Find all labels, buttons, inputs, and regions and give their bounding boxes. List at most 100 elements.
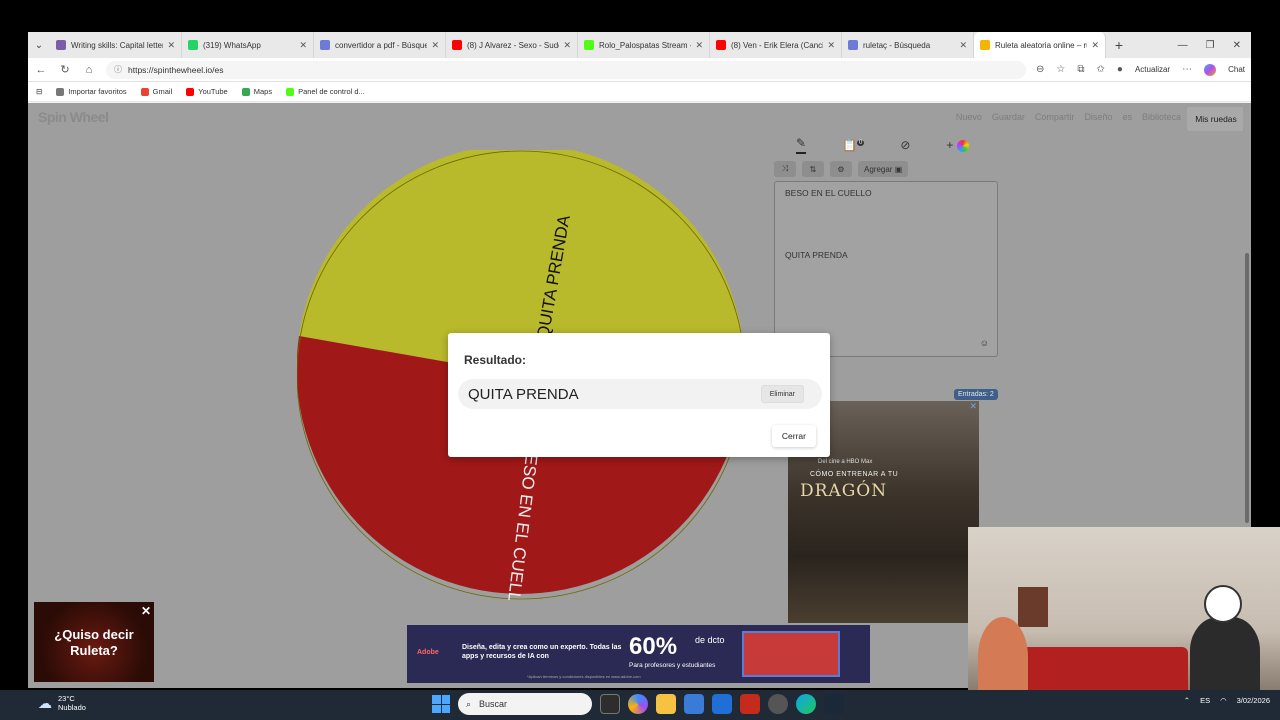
add-wheel-icon[interactable]: + — [946, 138, 969, 152]
tab-title: Writing skills: Capital letters — [71, 40, 164, 50]
steam-icon[interactable] — [824, 694, 844, 714]
tab-title: convertidor a pdf - Búsqueda — [335, 40, 427, 50]
home-icon[interactable]: ⌂ — [82, 64, 96, 76]
tab-close-icon[interactable]: ✕ — [695, 40, 703, 51]
minimize-icon[interactable]: — — [1178, 40, 1188, 51]
profile-avatar[interactable]: ● — [1117, 64, 1123, 75]
tab-close-icon[interactable]: ✕ — [959, 40, 967, 51]
store-icon[interactable] — [684, 694, 704, 714]
copilot-app-icon[interactable] — [628, 694, 648, 714]
favorite-favicon-icon — [186, 87, 195, 96]
screen-top-letterbox — [0, 0, 1280, 32]
update-button[interactable]: Actualizar — [1135, 65, 1170, 74]
refresh-icon[interactable]: ↻ — [58, 63, 72, 76]
close-dialog-button[interactable]: Cerrar — [771, 425, 816, 447]
site-info-icon[interactable]: ⓘ — [114, 64, 122, 75]
favorite-label: Gmail — [152, 87, 173, 96]
outlook-icon[interactable] — [712, 694, 732, 714]
favorites-icon[interactable]: ✩ — [1097, 64, 1105, 75]
weather-temp: 23°C — [58, 694, 75, 703]
shuffle-icon[interactable]: ⤨ — [774, 161, 796, 177]
tab-favicon-icon — [188, 40, 198, 50]
app-icon[interactable] — [740, 694, 760, 714]
weather-widget[interactable]: ☁ 23°C Nublado — [38, 694, 86, 712]
chat-button[interactable]: Chat — [1228, 65, 1245, 74]
taskbar-apps: ⌕ Buscar — [432, 693, 844, 715]
favorite-item[interactable]: Importar favoritos — [56, 87, 127, 96]
file-explorer-icon[interactable] — [656, 694, 676, 714]
reader-icon[interactable]: ⊖ — [1036, 64, 1044, 75]
add-image-button[interactable]: Agregar ▣ — [858, 161, 909, 177]
clock-date[interactable]: 3/02/2026 — [1237, 696, 1270, 705]
ad-close-icon[interactable]: ✕ — [141, 603, 151, 619]
favorite-item[interactable]: Maps — [241, 87, 272, 96]
results-clipboard-icon[interactable]: 📋 0 — [842, 138, 865, 152]
wifi-icon[interactable]: ◠ — [1220, 696, 1227, 705]
tab-close-icon[interactable]: ✕ — [167, 40, 175, 51]
emoji-icon[interactable]: ☺ — [980, 338, 989, 348]
copilot-icon[interactable] — [1204, 63, 1217, 76]
site-menu-item[interactable]: Nuevo — [956, 112, 982, 122]
more-icon[interactable]: ⋯ — [1182, 64, 1192, 75]
start-icon[interactable] — [432, 695, 450, 713]
settings-icon[interactable]: ⚙ — [830, 161, 852, 177]
new-tab-button[interactable]: + — [1106, 37, 1132, 53]
back-icon[interactable]: ← — [34, 64, 48, 76]
tab-search-icon[interactable]: ⊟ — [36, 87, 42, 96]
browser-tab[interactable]: Writing skills: Capital letters ✕ — [50, 32, 182, 58]
roulette-ad[interactable]: ✕ ¿Quiso decir Ruleta? — [34, 602, 154, 682]
browser-tab[interactable]: convertidor a pdf - Búsqueda ✕ — [314, 32, 446, 58]
tray-chevron-icon[interactable]: ⌃ — [1184, 696, 1190, 705]
favorite-item[interactable]: Panel de control d... — [286, 87, 365, 96]
restore-icon[interactable]: ❐ — [1206, 40, 1215, 51]
scrollbar-thumb[interactable] — [1245, 253, 1249, 523]
chrome-icon[interactable] — [768, 694, 788, 714]
browser-tab[interactable]: Rolo_Palospatas Stream - Wi ✕ — [578, 32, 710, 58]
favorite-item[interactable]: Gmail — [140, 87, 173, 96]
tab-favicon-icon — [848, 40, 858, 50]
site-menu-item[interactable]: Biblioteca — [1142, 112, 1181, 122]
task-view-icon[interactable] — [600, 694, 620, 714]
browser-tab[interactable]: (8) J Alvarez - Sexo - Sudor ✕ — [446, 32, 578, 58]
extensions-icon[interactable]: ⧉ — [1077, 64, 1084, 75]
tab-actions-icon[interactable]: ⌄ — [28, 32, 50, 58]
favorite-item[interactable]: YouTube — [186, 87, 228, 96]
entries-textarea[interactable]: BESO EN EL CUELLO QUITA PRENDA ☺ — [774, 181, 998, 357]
ad-close-icon[interactable]: ✕ — [969, 401, 977, 412]
tab-close-icon[interactable]: ✕ — [563, 40, 571, 51]
edge-icon[interactable] — [796, 694, 816, 714]
taskbar-search[interactable]: ⌕ Buscar — [458, 693, 592, 715]
site-menu-item[interactable]: Diseño — [1084, 112, 1112, 122]
browser-tab[interactable]: ruletaç - Búsqueda ✕ — [842, 32, 974, 58]
adobe-banner-ad[interactable]: Adobe Diseña, edita y crea como un exper… — [407, 625, 870, 683]
browser-tab[interactable]: (319) WhatsApp ✕ — [182, 32, 314, 58]
edit-pencil-icon[interactable]: ✎ — [796, 136, 807, 154]
favorite-favicon-icon — [140, 87, 149, 96]
banner-discount: de dcto — [695, 635, 725, 645]
my-wheels-button[interactable]: Mis ruedas — [1187, 107, 1245, 131]
sort-icon[interactable]: ⇅ — [802, 161, 824, 177]
site-menu-item[interactable]: Guardar — [992, 112, 1025, 122]
browser-tab[interactable]: (8) Ven - Erik Elera (Canción ✕ — [710, 32, 842, 58]
delete-result-button[interactable]: Eliminar — [760, 385, 804, 403]
close-window-icon[interactable]: ✕ — [1233, 40, 1241, 51]
movie-ad-title: DRAGÓN — [800, 481, 888, 501]
hide-eye-icon[interactable]: ⊘ — [900, 138, 910, 152]
favorite-favicon-icon — [56, 87, 65, 96]
language-indicator[interactable]: ES — [1200, 696, 1210, 705]
tab-strip: ⌄ Writing skills: Capital letters ✕ (319) … — [28, 32, 1251, 58]
favorite-star-icon[interactable]: ☆ — [1056, 64, 1065, 75]
tab-close-icon[interactable]: ✕ — [299, 40, 307, 51]
tab-title: Rolo_Palospatas Stream - Wi — [599, 40, 691, 50]
site-logo[interactable]: Spin Wheel — [38, 109, 109, 125]
site-menu-item[interactable]: Compartir — [1035, 112, 1075, 122]
webcam-person — [978, 617, 1028, 697]
tab-close-icon[interactable]: ✕ — [827, 40, 835, 51]
url-field[interactable]: ⓘ https://spinthewheel.io/es — [106, 60, 1027, 79]
favorite-label: YouTube — [198, 87, 228, 96]
result-dialog: Resultado: QUITA PRENDA Eliminar Cerrar — [448, 333, 830, 457]
tab-close-icon[interactable]: ✕ — [431, 40, 439, 51]
browser-tab[interactable]: Ruleta aleatoria online – rule ✕ — [974, 32, 1106, 58]
tab-close-icon[interactable]: ✕ — [1091, 40, 1099, 51]
site-menu-item[interactable]: es — [1122, 112, 1132, 122]
